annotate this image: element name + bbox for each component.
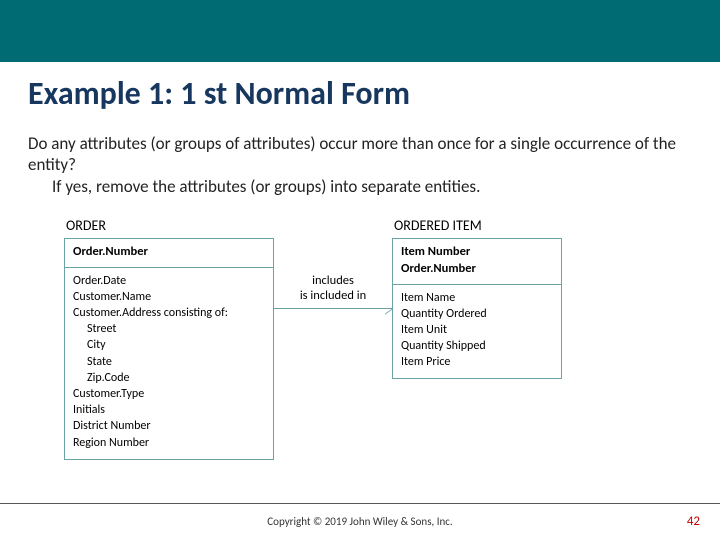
entity-order: ORDER Order.Number Order.Date Customer.N… xyxy=(64,215,274,460)
attr: Street xyxy=(73,321,265,337)
attr: Item Price xyxy=(401,354,553,370)
attr: Customer.Type xyxy=(73,386,265,402)
body-text: Do any attributes (or groups of attribut… xyxy=(28,133,692,197)
entity-order-pk: Order.Number xyxy=(65,239,273,268)
relationship: includes is included in xyxy=(274,215,392,309)
body-answer: If yes, remove the attributes (or groups… xyxy=(52,176,692,197)
footer: Copyright © 2019 John Wiley & Sons, Inc.… xyxy=(0,515,720,528)
attr: Item Unit xyxy=(401,322,553,338)
page-number: 42 xyxy=(687,514,700,529)
attr: Customer.Address consisting of: xyxy=(73,305,265,321)
footer-rule xyxy=(0,503,720,504)
rel-label-bottom: is included in xyxy=(274,288,392,304)
entity-order-title: ORDER xyxy=(64,215,274,238)
attr: District Number xyxy=(73,418,265,434)
attr: Customer.Name xyxy=(73,289,265,305)
attr: City xyxy=(73,337,265,353)
slide-title: Example 1: 1 st Normal Form xyxy=(28,74,692,113)
entity-order-attrs: Order.Date Customer.Name Customer.Addres… xyxy=(65,268,273,459)
attr: Initials xyxy=(73,402,265,418)
rel-label-top: includes xyxy=(274,273,392,289)
pk-attr: Order.Number xyxy=(401,261,553,278)
header-bar xyxy=(0,0,720,62)
rel-line xyxy=(274,308,392,309)
copyright-text: Copyright © 2019 John Wiley & Sons, Inc. xyxy=(0,515,720,528)
entity-ordered-item-attrs: Item Name Quantity Ordered Item Unit Qua… xyxy=(393,285,561,379)
attr: Quantity Shipped xyxy=(401,338,553,354)
er-diagram: ORDER Order.Number Order.Date Customer.N… xyxy=(28,211,692,460)
attr: Order.Date xyxy=(73,273,265,289)
entity-ordered-item-pk: Item Number Order.Number xyxy=(393,239,561,285)
attr: Quantity Ordered xyxy=(401,306,553,322)
entity-ordered-item: ORDERED ITEM Item Number Order.Number It… xyxy=(392,215,562,380)
pk-attr: Item Number xyxy=(401,244,553,261)
entity-ordered-item-title: ORDERED ITEM xyxy=(392,215,562,238)
attr: State xyxy=(73,354,265,370)
attr: Item Name xyxy=(401,290,553,306)
attr: Region Number xyxy=(73,435,265,451)
attr: Zip.Code xyxy=(73,370,265,386)
body-question: Do any attributes (or groups of attribut… xyxy=(28,133,692,176)
pk-attr: Order.Number xyxy=(73,244,265,261)
